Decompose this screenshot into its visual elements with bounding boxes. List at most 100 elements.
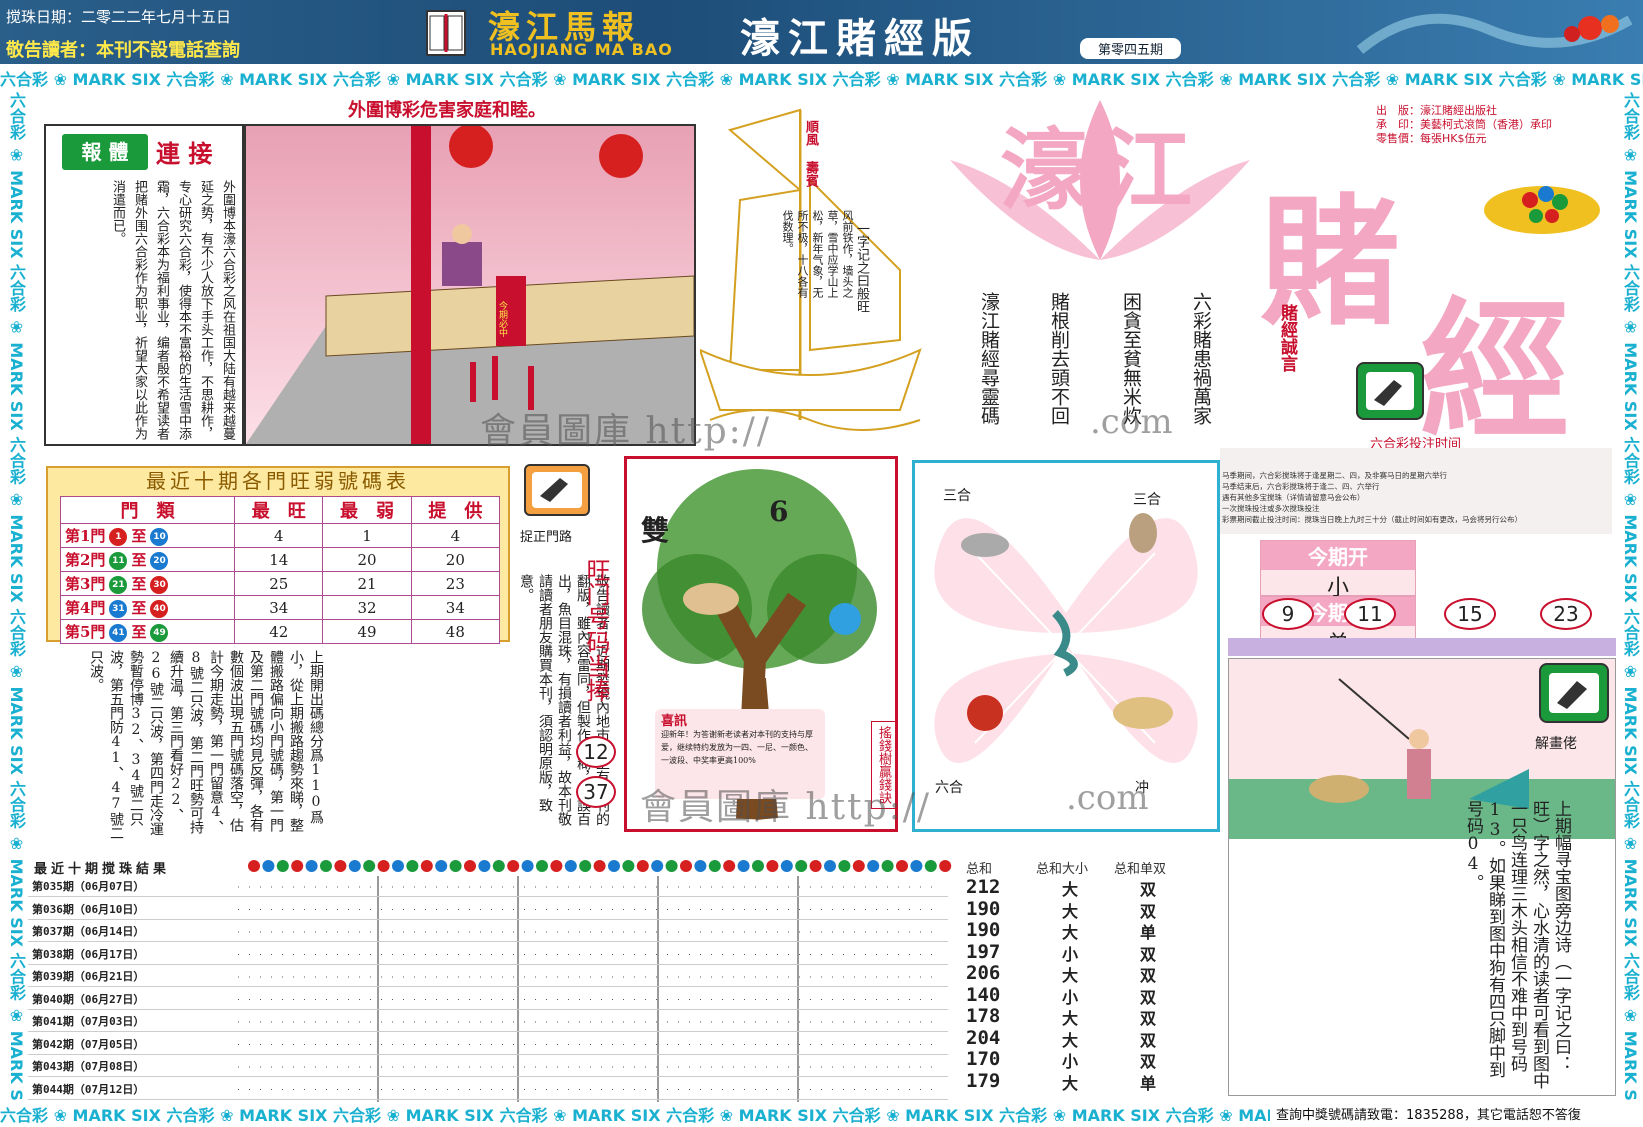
stats-cold-cell: 1 — [322, 523, 412, 548]
sum-oddeven: 单 — [1140, 923, 1157, 942]
sum-oddeven: 双 — [1140, 1052, 1157, 1071]
stats-hot-cell: 34 — [234, 595, 324, 620]
ball-header-marker — [564, 860, 577, 872]
ball-header-marker — [680, 860, 692, 872]
article-panel: 報 體 連 接 外圍博本濠六合彩之风在祖国大陆有越来越蔓延之势，有不少人放下手头… — [44, 124, 244, 446]
ball-header-marker — [795, 860, 808, 872]
stats-tip-cell: 23 — [410, 571, 501, 596]
reader-notice-banner: 敬告讀者：本刊不設電話查詢 — [6, 40, 240, 61]
watermark-com: .com — [1066, 778, 1149, 818]
mahjong-balls-icon — [1480, 176, 1604, 236]
ball-header-marker — [521, 860, 534, 872]
ball-header-marker — [276, 860, 289, 872]
ball-header-marker — [464, 860, 476, 872]
ball-from: 31 — [109, 600, 128, 618]
riddle-text: 上期幅寻宝图旁边诗（一字记之曰：旺）字之然，心水清的读者可看到图中一只鸟连理三木… — [1463, 800, 1571, 1089]
col-header: 門 類 — [59, 496, 236, 524]
ball-header-marker — [723, 860, 736, 872]
stats-row: 第3門 21 至 30 25 21 23 — [59, 571, 501, 596]
draw-row: 第036期（06月10日） — [28, 899, 948, 920]
hand-pointing-icon — [1539, 663, 1609, 723]
ball-header-marker — [377, 860, 390, 872]
stats-tip-cell: 4 — [410, 523, 501, 548]
col-header: 最 弱 — [322, 496, 412, 524]
sum-value: 190 — [966, 897, 1001, 920]
gate-name: 第3門 — [65, 575, 106, 593]
ball-header-marker — [896, 860, 908, 872]
gate-name: 第1門 — [65, 527, 106, 545]
stats-tip-cell: 34 — [410, 595, 501, 620]
pick-gate-icon — [524, 464, 590, 516]
gate-range: 第3門 21 至 30 — [59, 571, 236, 596]
range-separator: 至 — [131, 551, 147, 569]
masthead-banner: 搅珠日期：二零二二年七月十五日 敬告讀者：本刊不設電話查詢 濠江馬報 HAOJI… — [0, 0, 1643, 64]
mark-six-strip-top: 六合彩 ❀ MARK SIX 六合彩 ❀ MARK SIX 六合彩 ❀ MARK… — [0, 70, 1643, 89]
draw-label: 第038期（06月17日） — [32, 947, 145, 961]
hot-number-2: 37 — [576, 776, 616, 808]
zodiac-label-bottom-left: 六合 — [935, 780, 963, 796]
stats-cold-cell: 20 — [322, 547, 412, 572]
open-number-4: 23 — [1540, 598, 1592, 630]
watermark-com: .com — [1090, 402, 1173, 442]
hand-pointing-icon — [1356, 362, 1424, 420]
stats-hot-cell: 25 — [234, 571, 324, 596]
ball-header-marker — [867, 860, 880, 872]
zodiac-label-top-right: 三合 — [1133, 492, 1161, 508]
results-title: 最近十期搅珠結果 — [34, 862, 171, 877]
verse-4: 濠江賭經尋靈碼 — [978, 292, 1000, 425]
draw-row: 第039期（06月21日） — [28, 966, 948, 987]
gate-stats-table: 門 類 最 旺 最 弱 提 供 第1門 1 至 10 4 1 4 第2門 11 至 20 14 20 20… — [59, 496, 501, 644]
ball-header-marker — [478, 860, 491, 872]
sum-value: 170 — [966, 1048, 1001, 1070]
open-number-2: 11 — [1344, 598, 1396, 630]
boat-sail-text: 风前铁作，墙头之草，雪中应学山上松，新年气象，无所不极，十八各有伐数理。 — [781, 210, 854, 298]
sum-value: 179 — [966, 1069, 1001, 1092]
ball-header-marker — [593, 860, 606, 872]
sum-oddeven: 双 — [1140, 1009, 1157, 1028]
ball-header-marker — [780, 860, 793, 872]
gate-range: 第1門 1 至 10 — [59, 523, 236, 548]
stats-tip-cell: 20 — [410, 547, 501, 572]
draw-row: 第044期（07月12日） — [28, 1079, 948, 1100]
gate-name: 第2門 — [65, 551, 106, 569]
ball-header-marker — [507, 860, 520, 872]
gate-analysis-text: 上期開出碼總分爲110爲小，從上期搬路趨勢來睇，整體搬路偏向小門號碼，第一門及第… — [88, 650, 324, 840]
article-body: 外圍博本濠六合彩之风在祖国大陆有越来越蔓延之势，有不少人放下手头工作，不思耕作，… — [110, 180, 235, 440]
publisher-info: 出 版：濠江賭經出版社 承 印：美藝柯式滾筒（香港）承印 零售價：每張HK$伍元 — [1376, 104, 1552, 145]
sum-size: 大 — [1062, 966, 1079, 985]
ball-header-marker — [824, 860, 836, 872]
ball-from: 41 — [109, 624, 128, 642]
stats-title: 最近十期各門旺弱號碼表 — [146, 469, 410, 493]
sum-oddeven: 双 — [1140, 987, 1157, 1007]
bet-time-notes: 马季期间，六合彩搅珠将于逢星期二、四，及非赛马日的星期六举行 马季结束后，六合彩… — [1222, 471, 1522, 524]
draw-label: 第036期（06月10日） — [32, 902, 145, 916]
verse-3: 賭根削去頭不回 — [1048, 292, 1070, 425]
ball-header-marker — [579, 860, 592, 872]
ball-header-marker — [248, 860, 260, 872]
article-badge: 報 體 — [62, 134, 148, 170]
sum-oddeven: 双 — [1140, 1030, 1157, 1050]
ball-to: 20 — [150, 552, 169, 570]
purple-divider — [1228, 638, 1616, 656]
ball-header-marker — [622, 860, 635, 872]
sum-oddeven: 单 — [1140, 1073, 1157, 1093]
ball-header-marker — [665, 860, 678, 872]
draw-label: 第037期（06月14日） — [32, 925, 145, 938]
stats-hot-cell: 14 — [234, 547, 324, 572]
watermark-text: 會員圖庫 http:// — [640, 787, 931, 828]
hotline-note: 查詢中獎號碼請致電：1835288，其它電話恕不答復 — [1276, 1108, 1581, 1123]
col-header: 提 供 — [410, 496, 501, 524]
hot-number-1: 12 — [576, 736, 616, 768]
ball-header-marker — [392, 860, 404, 872]
zodiac-butterfly-panel: 三合 三合 六合 冲 — [912, 460, 1220, 832]
tree-left-label: 雙 — [641, 514, 670, 547]
sum-value: 197 — [966, 940, 1001, 963]
pick-gate-label: 捉正門路 — [520, 530, 573, 545]
stats-hot-cell: 42 — [234, 619, 324, 644]
ball-header-marker — [536, 860, 548, 872]
ball-header-marker — [752, 860, 764, 872]
motto: 賭經誠言 — [1277, 304, 1297, 372]
stats-row: 第5門 41 至 49 42 49 48 — [59, 619, 501, 644]
ball-header-marker — [550, 860, 563, 872]
sum-size-header: 总和大小 — [1036, 862, 1089, 877]
